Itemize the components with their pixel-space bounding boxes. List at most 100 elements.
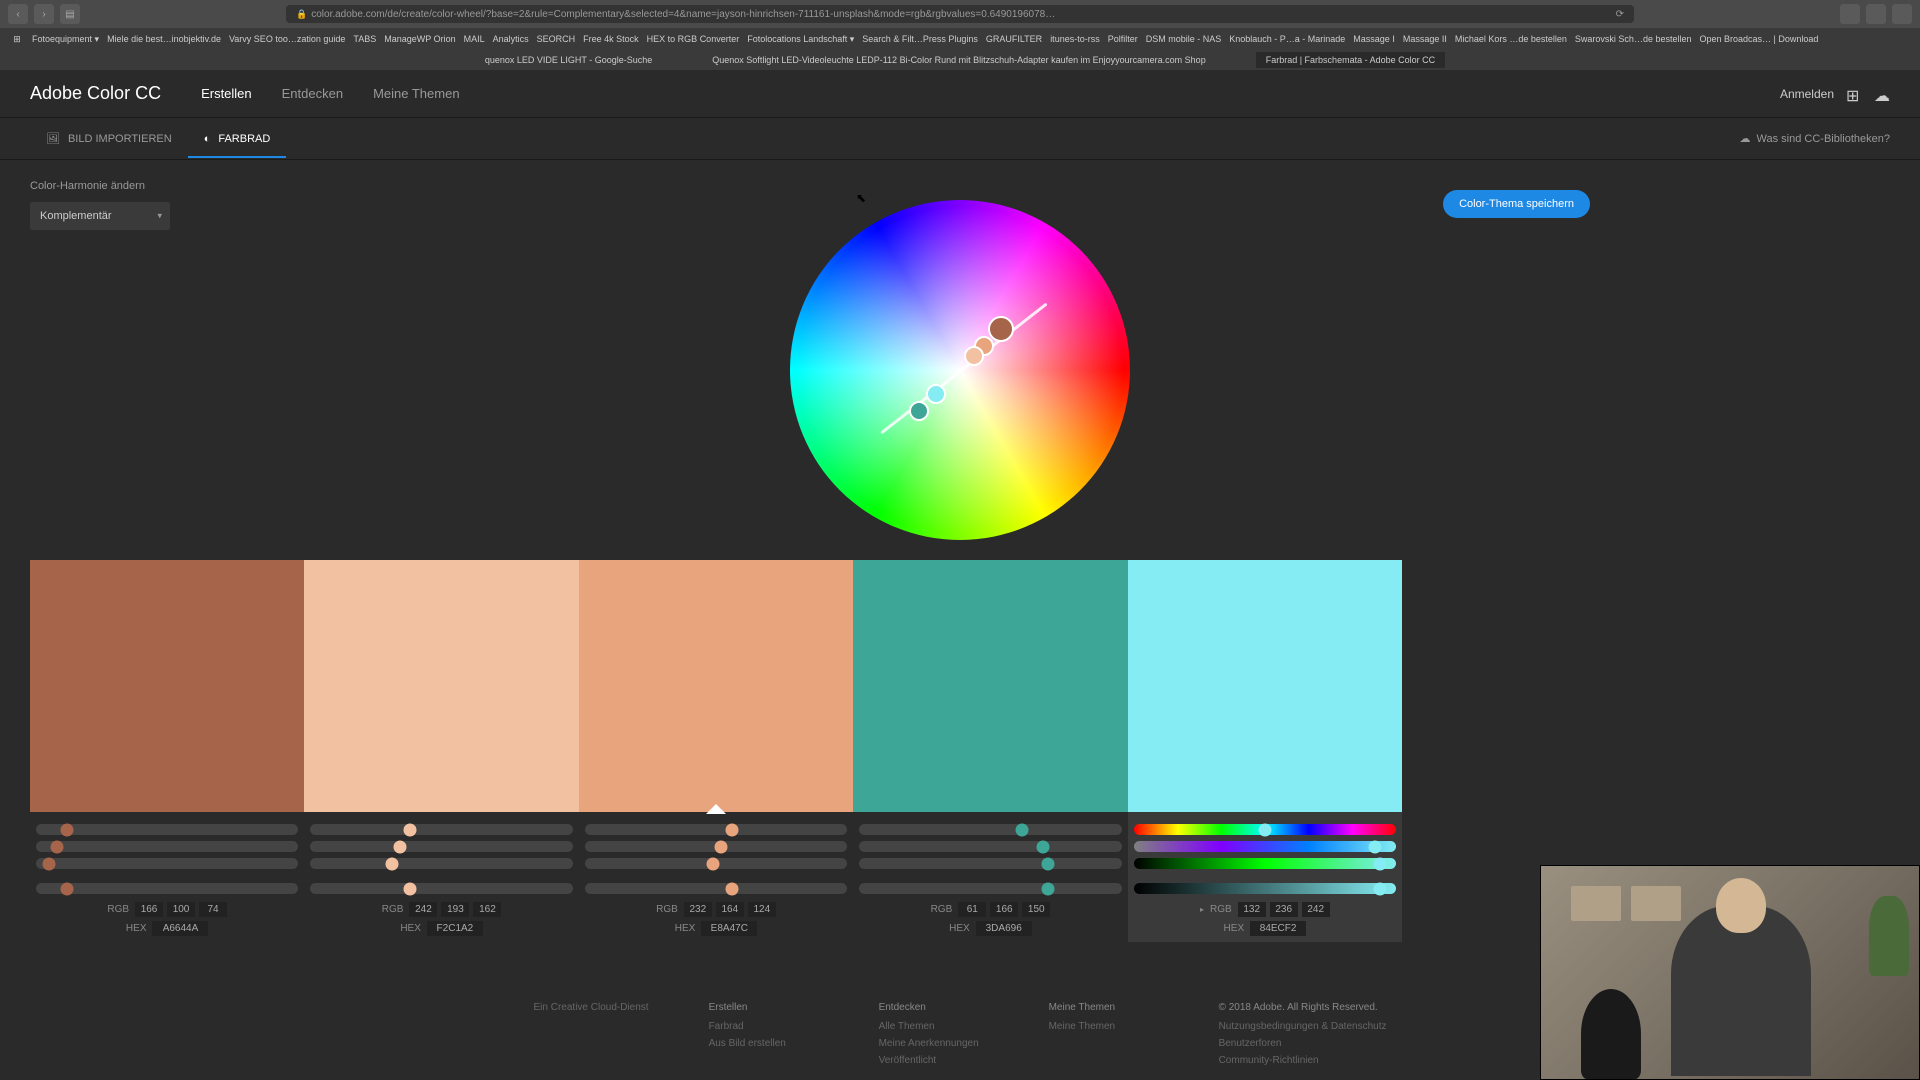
bookmark-item[interactable]: Miele die best…inobjektiv.de: [107, 34, 221, 44]
bookmark-item[interactable]: Swarovski Sch…de bestellen: [1575, 34, 1692, 44]
share-icon[interactable]: [1866, 4, 1886, 24]
slider[interactable]: [310, 858, 572, 869]
rgb-g-input[interactable]: [1270, 902, 1298, 917]
bookmark-item[interactable]: MAIL: [464, 34, 485, 44]
rgb-r-input[interactable]: [684, 902, 712, 917]
bookmark-item[interactable]: ManageWP Orion: [384, 34, 455, 44]
footer-link[interactable]: Meine Themen: [1049, 1021, 1159, 1032]
rgb-b-input[interactable]: [1302, 902, 1330, 917]
hex-input[interactable]: [152, 921, 208, 936]
bookmark-item[interactable]: Michael Kors …de bestellen: [1455, 34, 1567, 44]
slider[interactable]: [585, 858, 847, 869]
bookmark-item[interactable]: SEORCH: [537, 34, 576, 44]
swatch[interactable]: [579, 560, 853, 812]
url-bar[interactable]: 🔒 color.adobe.com/de/create/color-wheel/…: [286, 5, 1634, 23]
browser-tab[interactable]: quenox LED VIDE LIGHT - Google-Suche: [475, 52, 662, 68]
rgb-g-input[interactable]: [441, 902, 469, 917]
footer-link[interactable]: Aus Bild erstellen: [709, 1038, 819, 1049]
nav-tab-themes[interactable]: Meine Themen: [373, 86, 459, 101]
hex-input[interactable]: [701, 921, 757, 936]
bookmark-item[interactable]: Knoblauch - P…a - Marinade: [1229, 34, 1345, 44]
rgb-b-input[interactable]: [199, 902, 227, 917]
bookmark-item[interactable]: Fotoequipment ▾: [32, 34, 99, 45]
hex-input[interactable]: [1250, 921, 1306, 936]
bookmark-item[interactable]: Massage I: [1353, 34, 1395, 44]
nav-tab-explore[interactable]: Entdecken: [282, 86, 343, 101]
forward-button[interactable]: ›: [34, 4, 54, 24]
slider[interactable]: [310, 841, 572, 852]
rgb-b-input[interactable]: [1022, 902, 1050, 917]
sidebar-button[interactable]: ▤: [60, 4, 80, 24]
slider[interactable]: [36, 841, 298, 852]
browser-tab[interactable]: Farbrad | Farbschemata - Adobe Color CC: [1256, 52, 1445, 68]
bookmark-item[interactable]: Open Broadcas… | Download: [1699, 34, 1818, 44]
footer-link[interactable]: Alle Themen: [879, 1021, 989, 1032]
cloud-icon[interactable]: ☁: [1874, 86, 1890, 102]
bookmark-item[interactable]: Fotolocations Landschaft ▾: [747, 34, 854, 45]
bookmark-item[interactable]: Massage II: [1403, 34, 1447, 44]
hue-slider[interactable]: [1134, 824, 1396, 835]
footer-link[interactable]: Nutzungsbedingungen & Datenschutz: [1219, 1021, 1387, 1032]
extension-icon[interactable]: [1840, 4, 1860, 24]
hex-input[interactable]: [427, 921, 483, 936]
slider[interactable]: [585, 824, 847, 835]
rgb-b-input[interactable]: [748, 902, 776, 917]
rgb-r-input[interactable]: [958, 902, 986, 917]
bookmark-item[interactable]: HEX to RGB Converter: [647, 34, 740, 44]
sat-slider[interactable]: [1134, 841, 1396, 852]
tab-color-wheel[interactable]: ◐ FARBRAD: [188, 121, 287, 157]
rgb-g-input[interactable]: [716, 902, 744, 917]
wheel-handle[interactable]: [964, 346, 984, 366]
bookmark-item[interactable]: DSM mobile - NAS: [1146, 34, 1222, 44]
bookmark-item[interactable]: Varvy SEO too…zation guide: [229, 34, 345, 44]
hex-input[interactable]: [976, 921, 1032, 936]
bookmark-item[interactable]: Search & Filt…Press Plugins: [862, 34, 978, 44]
slider[interactable]: [310, 883, 572, 894]
back-button[interactable]: ‹: [8, 4, 28, 24]
tabs-icon[interactable]: [1892, 4, 1912, 24]
footer-link[interactable]: Farbrad: [709, 1021, 819, 1032]
rgb-g-input[interactable]: [167, 902, 195, 917]
slider[interactable]: [36, 883, 298, 894]
rgb-g-input[interactable]: [990, 902, 1018, 917]
bookmark-item[interactable]: Analytics: [493, 34, 529, 44]
swatch[interactable]: [1128, 560, 1402, 812]
footer-link[interactable]: Veröffentlicht: [879, 1055, 989, 1066]
slider[interactable]: [859, 841, 1121, 852]
color-wheel[interactable]: [790, 200, 1130, 540]
bookmark-item[interactable]: TABS: [353, 34, 376, 44]
grid-icon[interactable]: ⊞: [1846, 86, 1862, 102]
slider[interactable]: [585, 883, 847, 894]
cc-libraries-info[interactable]: ☁ Was sind CC-Bibliotheken?: [1740, 132, 1890, 145]
login-link[interactable]: Anmelden: [1780, 87, 1834, 101]
bookmark-item[interactable]: GRAUFILTER: [986, 34, 1042, 44]
wheel-handle[interactable]: [926, 384, 946, 404]
bookmark-item[interactable]: Free 4k Stock: [583, 34, 639, 44]
slider[interactable]: [585, 841, 847, 852]
nav-tab-create[interactable]: Erstellen: [201, 86, 252, 101]
rgb-r-input[interactable]: [1238, 902, 1266, 917]
slider[interactable]: [36, 824, 298, 835]
swatch[interactable]: [304, 560, 578, 812]
bookmark-item[interactable]: itunes-to-rss: [1050, 34, 1100, 44]
slider[interactable]: [36, 858, 298, 869]
harmony-select[interactable]: Komplementär: [30, 202, 170, 230]
reload-icon[interactable]: ⟳: [1616, 9, 1624, 20]
swatch[interactable]: [853, 560, 1127, 812]
footer-link[interactable]: Benutzerforen: [1219, 1038, 1387, 1049]
bookmark-item[interactable]: Polfilter: [1108, 34, 1138, 44]
rgb-r-input[interactable]: [135, 902, 163, 917]
rgb-mode-toggle[interactable]: ▸: [1200, 905, 1204, 914]
wheel-handle[interactable]: [909, 401, 929, 421]
swatch[interactable]: [30, 560, 304, 812]
val-slider[interactable]: [1134, 858, 1396, 869]
wheel-handle[interactable]: [988, 316, 1014, 342]
slider[interactable]: [859, 883, 1121, 894]
rgb-b-input[interactable]: [473, 902, 501, 917]
bright-slider[interactable]: [1134, 883, 1396, 894]
apps-icon[interactable]: ⊞: [10, 32, 24, 46]
footer-link[interactable]: Community-Richtlinien: [1219, 1055, 1387, 1066]
tab-import-image[interactable]: 🖼 BILD IMPORTIEREN: [30, 120, 188, 157]
slider[interactable]: [859, 824, 1121, 835]
slider[interactable]: [859, 858, 1121, 869]
